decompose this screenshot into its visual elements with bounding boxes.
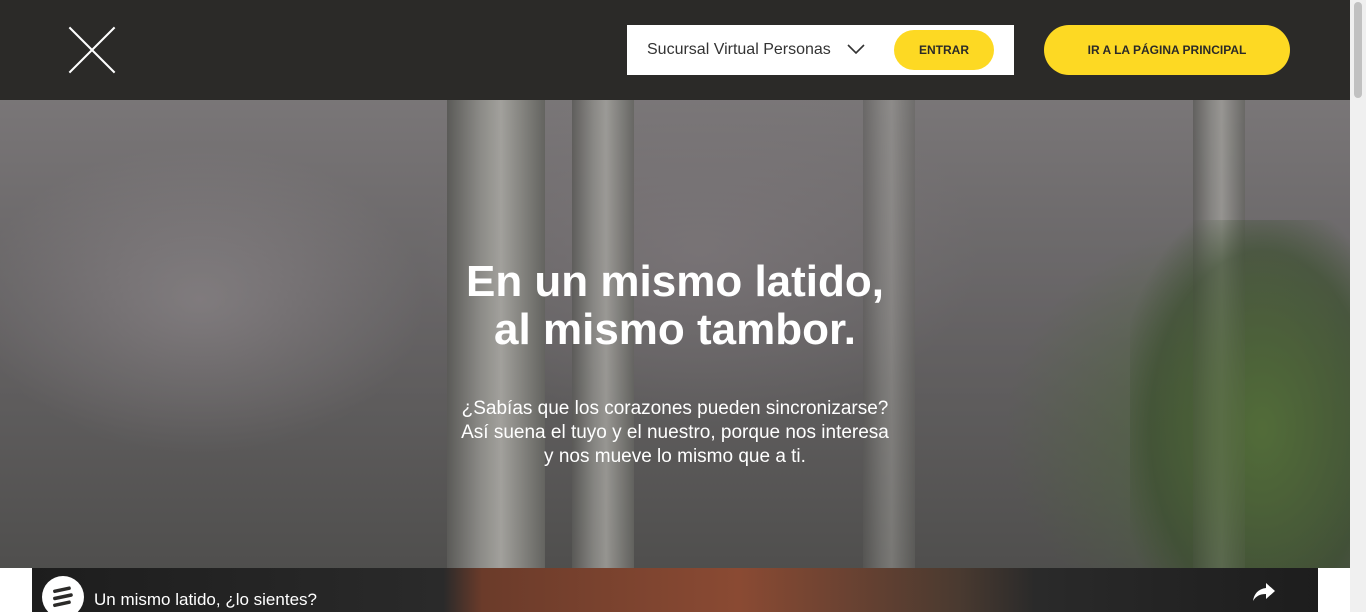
hero-text-line: Así suena el tuyo y el nuestro, porque n…	[461, 422, 889, 443]
x-logo-icon[interactable]	[66, 24, 118, 76]
home-page-button[interactable]: IR A LA PÁGINA PRINCIPAL	[1044, 25, 1290, 75]
hero-text-line: y nos mueve lo mismo que a ti.	[544, 446, 806, 467]
login-bar: Sucursal Virtual Personas ENTRAR	[627, 25, 1014, 75]
page-scrollbar[interactable]	[1350, 0, 1366, 612]
video-title[interactable]: Un mismo latido, ¿lo sientes?	[94, 590, 317, 610]
hero-text-line: ¿Sabías que los corazones pueden sincron…	[461, 398, 889, 419]
entrar-button[interactable]: ENTRAR	[894, 30, 994, 70]
hero-title: En un mismo latido, al mismo tambor.	[375, 258, 975, 354]
hero-title-line: al mismo tambor.	[494, 305, 856, 354]
site-header: Sucursal Virtual Personas ENTRAR IR A LA…	[0, 0, 1350, 100]
share-icon[interactable]	[1252, 582, 1276, 602]
video-player[interactable]: Un mismo latido, ¿lo sientes?	[32, 568, 1318, 612]
channel-logo-icon[interactable]	[42, 576, 84, 612]
hero-title-line: En un mismo latido,	[465, 257, 885, 306]
hero-description: ¿Sabías que los corazones pueden sincron…	[375, 397, 975, 469]
scrollbar-thumb[interactable]	[1354, 2, 1362, 98]
chevron-down-icon[interactable]	[847, 44, 865, 54]
sucursal-select[interactable]: Sucursal Virtual Personas	[647, 25, 831, 75]
